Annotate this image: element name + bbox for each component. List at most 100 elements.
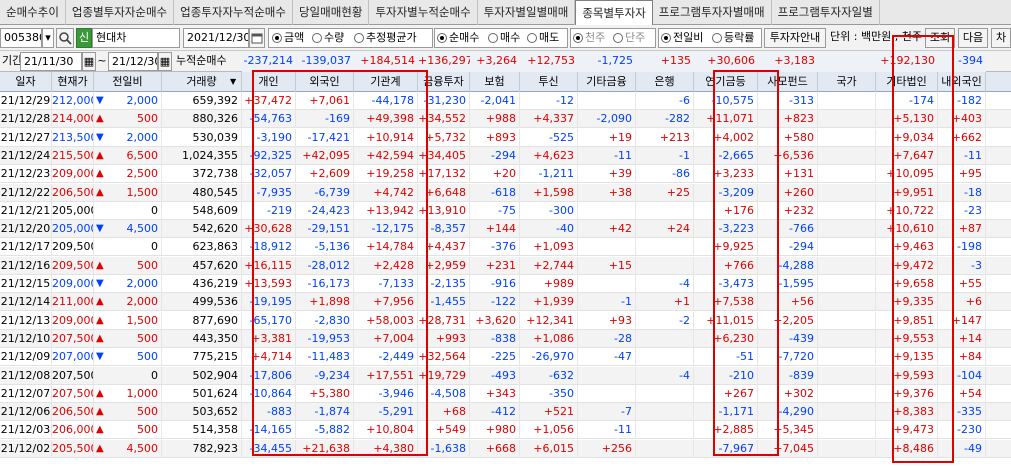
cell-change-value: 1,000 [126, 386, 159, 400]
radio-thousand-shares[interactable]: 천주 [573, 30, 605, 46]
header-2[interactable]: 전일비 [94, 72, 162, 92]
cell-change-value: 6,500 [126, 148, 159, 162]
cell-investor-8: -412 [470, 403, 520, 422]
table-row[interactable]: 21/12/16 209,500 ▲ 500 457,620 +16,115 -28,012… [0, 256, 1011, 275]
header-7[interactable]: 금융투자 [418, 72, 470, 92]
radio-single-shares[interactable]: 단주 [613, 30, 645, 46]
header-0[interactable]: 일자 [0, 72, 52, 92]
cell-investor-10: -28 [578, 329, 636, 348]
cell-investor-4: -883 [242, 403, 296, 422]
cell-investor-4: -19,195 [242, 293, 296, 312]
period-summary-row: 기간 21/11/30 ▦ ~ 21/12/30 ▦ 누적순매수 -237,21… [0, 51, 1011, 72]
radio-sell[interactable]: 매도 [527, 30, 559, 46]
cell-investor-9: -300 [520, 201, 578, 220]
code-dropdown-icon[interactable]: ▾ [42, 28, 54, 48]
cell-investor-16: +14 [938, 329, 986, 348]
cell-investor-10 [578, 238, 636, 257]
cell-investor-11 [636, 201, 694, 220]
cell-volume: 514,358 [162, 421, 242, 440]
stock-code-input[interactable]: 005380 [0, 28, 42, 48]
table-row[interactable]: 21/12/10 207,500 ▲ 500 443,350 +3,381 -19,953 +… [0, 329, 1011, 348]
table-row[interactable]: 21/12/08 207,500 0 502,904 -17,806 -9,234 +17,… [0, 366, 1011, 385]
table-row[interactable]: 21/12/03 206,000 ▲ 500 514,358 -14,165 -5,882 +… [0, 421, 1011, 440]
calendar-icon[interactable] [249, 28, 265, 48]
next-button[interactable]: 다음 [958, 28, 988, 48]
header-14[interactable]: 국가 [818, 72, 876, 92]
table-row[interactable]: 21/12/06 206,500 ▲ 500 503,652 -883 -1,874 -5,2… [0, 403, 1011, 422]
header-11[interactable]: 은행 [636, 72, 694, 92]
header-12[interactable]: 연기금등 [694, 72, 758, 92]
cell-investor-4: +37,472 [242, 92, 296, 110]
radio-quantity[interactable]: 수량 [312, 30, 344, 46]
header-6[interactable]: 기관계 [354, 72, 418, 92]
tab-6[interactable]: 종목별투자자 [575, 0, 653, 25]
cell-investor-16: -49 [938, 439, 986, 458]
cell-investor-10: +15 [578, 256, 636, 275]
period-from-calendar-icon[interactable]: ▦ [82, 52, 96, 71]
cell-investor-12: +11,071 [694, 110, 758, 129]
cell-investor-14 [818, 110, 876, 129]
table-header: 일자 현재가 전일비 거래량 개인 외국인 기관계 금융투자 보험 투신 기타금융 은행 연기금등 사모펀… [0, 72, 1011, 92]
table-row[interactable]: 21/12/27 213,500 ▼ 2,000 530,039 -3,190 -17,42… [0, 128, 1011, 147]
table-row[interactable]: 21/12/29 212,000 ▼ 2,000 659,392 +37,472 +7,06… [0, 92, 1011, 110]
period-to-input[interactable]: 21/12/30 [108, 52, 158, 71]
cell-investor-4: +16,115 [242, 256, 296, 275]
radio-prev-day-change[interactable]: 전일비 [661, 30, 703, 46]
tab-8[interactable]: 프로그램투자자일별 [772, 0, 880, 25]
cell-investor-7: +28,731 [418, 311, 470, 330]
table-row[interactable]: 21/12/21 205,000 0 548,609 -219 -24,423 +13,94… [0, 201, 1011, 220]
header-10[interactable]: 기타금융 [578, 72, 636, 92]
cell-change-value: 500 [137, 331, 158, 345]
header-1[interactable]: 현재가 [52, 72, 94, 92]
tab-5[interactable]: 투자자별일별매매 [478, 0, 576, 25]
period-from-input[interactable]: 21/11/30 [20, 52, 82, 71]
radio-change-rate[interactable]: 등락률 [712, 30, 754, 46]
chart-button[interactable]: 차 [991, 28, 1011, 48]
table-row[interactable]: 21/12/22 206,500 ▲ 1,500 480,545 -7,935 -6,739… [0, 183, 1011, 202]
table-row[interactable]: 21/12/09 207,000 ▼ 500 775,215 +4,714 -11,483-… [0, 348, 1011, 367]
tab-2[interactable]: 업종투자자누적순매수 [174, 0, 293, 25]
up-arrow-icon: ▲ [96, 332, 104, 344]
radio-estimated-avg-price[interactable]: 추정평균가 [354, 30, 417, 46]
cell-investor-15: +8,383 [876, 403, 938, 422]
cell-investor-10 [578, 201, 636, 220]
cell-change-value: 2,500 [126, 167, 159, 181]
tab-1[interactable]: 업종별투자자순매수 [66, 0, 175, 25]
period-to-calendar-icon[interactable]: ▦ [158, 52, 172, 71]
cell-volume: 782,923 [162, 439, 242, 458]
table-row[interactable]: 21/12/20 205,000 ▼ 4,500 542,620 +30,628 -29,1… [0, 220, 1011, 239]
table-row[interactable]: 21/12/23 209,000 ▲ 2,500 372,738 -32,057 +2,60… [0, 165, 1011, 184]
table-row[interactable]: 21/12/14 211,000 ▲ 2,000 499,536 -19,195 +1,89… [0, 293, 1011, 312]
cell-investor-16: -11 [938, 146, 986, 165]
tab-3[interactable]: 당일매매현황 [293, 0, 370, 25]
header-4[interactable]: 개인 [242, 72, 296, 92]
search-icon[interactable] [56, 28, 74, 48]
table-row[interactable]: 21/12/15 209,000 ▼ 2,000 436,219 +13,593 -16,1… [0, 275, 1011, 293]
sort-dropdown-icon[interactable]: ▼ [230, 72, 236, 92]
radio-net-buy[interactable]: 순매수 [437, 30, 479, 46]
table-row[interactable]: 21/12/02 205,500 ▲ 4,500 782,923 -34,455 +21,6… [0, 439, 1011, 458]
table-row[interactable]: 21/12/28 214,000 ▲ 500 880,326 -54,763 -169 +49… [0, 110, 1011, 129]
header-5[interactable]: 외국인 [296, 72, 354, 92]
table-row[interactable]: 21/12/24 215,500 ▲ 6,500 1,024,355 -92,325 +42… [0, 146, 1011, 165]
tab-4[interactable]: 투자자별누적순매수 [369, 0, 478, 25]
header-8[interactable]: 보험 [470, 72, 520, 92]
tab-7[interactable]: 프로그램투자자별매매 [653, 0, 772, 25]
table-row[interactable]: 21/12/17 209,500 0 623,863 -18,912 -5,136 +14,… [0, 238, 1011, 257]
cell-investor-9: +1,056 [520, 421, 578, 440]
date-input[interactable]: 2021/12/30 [183, 28, 249, 48]
radio-amount[interactable]: 금액 [272, 30, 304, 46]
query-button[interactable]: 조회 [925, 28, 955, 48]
cell-investor-5: -2,830 [296, 311, 354, 330]
tab-0[interactable]: 순매수추이 [0, 0, 66, 25]
table-row[interactable]: 21/12/13 209,000 ▲ 1,500 877,690 -65,170 -2,83… [0, 311, 1011, 330]
header-9[interactable]: 투신 [520, 72, 578, 92]
header-13[interactable]: 사모펀드 [758, 72, 818, 92]
header-16[interactable]: 내외국인 [938, 72, 986, 92]
cell-investor-12: -7,967 [694, 439, 758, 458]
table-row[interactable]: 21/12/07 207,500 ▲ 1,000 501,624 -10,864 +5,38… [0, 384, 1011, 403]
investor-guide-button[interactable]: 투자자안내 [764, 28, 826, 48]
cell-change: 0 [94, 201, 162, 220]
header-15[interactable]: 기타법인 [876, 72, 938, 92]
radio-buy[interactable]: 매수 [488, 30, 520, 46]
